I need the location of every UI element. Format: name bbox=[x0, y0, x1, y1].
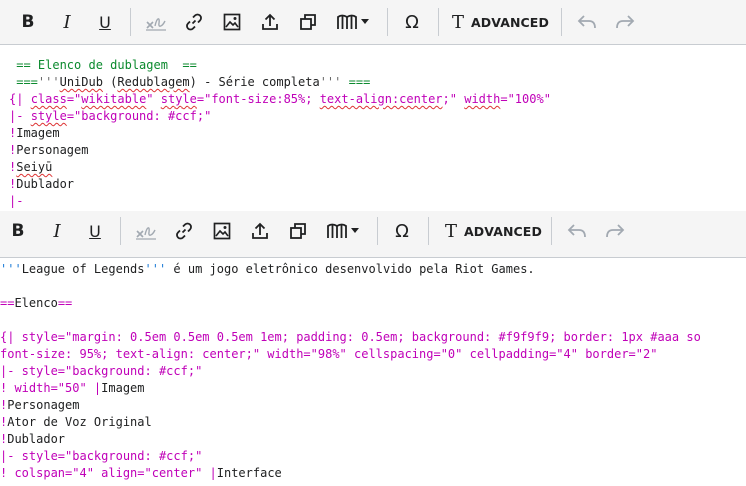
italic-icon: I bbox=[53, 220, 61, 242]
underline-button[interactable]: U bbox=[93, 0, 117, 44]
book-icon bbox=[336, 14, 357, 29]
code-line: !Seiyū bbox=[9, 160, 53, 174]
upload-button[interactable] bbox=[258, 0, 282, 44]
link-button[interactable] bbox=[182, 0, 206, 44]
toolbar-separator bbox=[551, 217, 552, 245]
text-icon: T bbox=[452, 11, 465, 33]
upload-icon bbox=[262, 13, 278, 30]
code-line: == Elenco de dublagem == bbox=[9, 58, 197, 72]
link-button[interactable] bbox=[172, 211, 196, 251]
editor-toolbar-top: B I U Ω T ADVANCED bbox=[0, 0, 746, 45]
omega-icon: Ω bbox=[405, 11, 419, 33]
bold-icon: B bbox=[21, 12, 35, 32]
toolbar-separator bbox=[561, 8, 562, 36]
image-button[interactable] bbox=[210, 211, 234, 251]
signature-button[interactable] bbox=[143, 0, 169, 44]
book-icon bbox=[326, 223, 347, 238]
signature-icon bbox=[136, 227, 156, 240]
toolbar-separator bbox=[438, 8, 439, 36]
link-icon bbox=[186, 13, 202, 31]
toolbar-separator bbox=[120, 217, 121, 245]
undo-button[interactable] bbox=[565, 211, 589, 251]
code-line: {| style="margin: 0.5em 0.5em 0.5em 1em;… bbox=[0, 330, 701, 344]
code-line: |- style="background: #ccf;" bbox=[0, 449, 203, 463]
chevron-down-icon bbox=[360, 19, 369, 24]
code-line: '''League of Legends''' é um jogo eletrô… bbox=[0, 262, 535, 276]
signature-icon bbox=[146, 18, 166, 31]
code-line: |- style="background: #ccf;" bbox=[9, 109, 212, 123]
italic-icon: I bbox=[63, 11, 71, 33]
upload-icon bbox=[252, 222, 268, 239]
toolbar-separator bbox=[387, 8, 388, 36]
bold-icon: B bbox=[11, 221, 25, 241]
undo-icon bbox=[577, 15, 596, 29]
template-button[interactable] bbox=[286, 211, 310, 251]
redo-button[interactable] bbox=[603, 211, 627, 251]
advanced-button[interactable]: T ADVANCED bbox=[452, 0, 549, 44]
code-line: ! width="50" |Imagem bbox=[0, 381, 145, 395]
redo-button[interactable] bbox=[613, 0, 637, 44]
code-line: !Personagem bbox=[0, 398, 80, 412]
italic-button[interactable]: I bbox=[45, 211, 69, 251]
special-characters-button[interactable]: Ω bbox=[400, 0, 424, 44]
format-dropdown-button[interactable] bbox=[324, 211, 360, 251]
code-line: {| class="wikitable" style="font-size:85… bbox=[9, 92, 551, 106]
wikitext-editor-bottom[interactable]: '''League of Legends''' é um jogo eletrô… bbox=[0, 261, 746, 482]
redo-icon bbox=[606, 224, 625, 238]
bold-button[interactable]: B bbox=[16, 0, 40, 44]
code-line: |- style="background: #ccf;" bbox=[0, 364, 203, 378]
code-line: ! colspan="4" align="center" |Interface bbox=[0, 466, 282, 480]
underline-icon: U bbox=[99, 12, 111, 32]
code-line: !Dublador bbox=[9, 177, 75, 191]
code-line: |- bbox=[9, 194, 24, 208]
code-line: !Ator de Voz Original bbox=[0, 415, 152, 429]
redo-icon bbox=[616, 15, 635, 29]
puzzle-icon bbox=[300, 14, 316, 30]
advanced-button[interactable]: T ADVANCED bbox=[445, 211, 542, 251]
text-icon: T bbox=[445, 220, 458, 242]
advanced-label: ADVANCED bbox=[471, 14, 549, 30]
code-line: !Imagem bbox=[9, 126, 60, 140]
special-characters-button[interactable]: Ω bbox=[390, 211, 414, 251]
code-line: ==='''UniDub (Redublagem) - Série comple… bbox=[9, 75, 371, 89]
image-icon bbox=[223, 13, 241, 31]
advanced-label: ADVANCED bbox=[464, 223, 542, 239]
italic-button[interactable]: I bbox=[55, 0, 79, 44]
underline-icon: U bbox=[89, 221, 101, 241]
omega-icon: Ω bbox=[395, 220, 409, 242]
template-button[interactable] bbox=[296, 0, 320, 44]
upload-button[interactable] bbox=[248, 211, 272, 251]
format-dropdown-button[interactable] bbox=[334, 0, 370, 44]
puzzle-icon bbox=[290, 223, 306, 239]
link-icon bbox=[176, 222, 192, 240]
undo-button[interactable] bbox=[575, 0, 599, 44]
signature-button[interactable] bbox=[133, 211, 159, 251]
undo-icon bbox=[567, 224, 586, 238]
chevron-down-icon bbox=[350, 228, 359, 233]
image-button[interactable] bbox=[220, 0, 244, 44]
bold-button[interactable]: B bbox=[6, 211, 30, 251]
editor-toolbar-bottom: B I U Ω T ADVANCED bbox=[0, 211, 746, 258]
code-line: font-size: 95%; text-align: center;" wid… bbox=[0, 347, 658, 361]
underline-button[interactable]: U bbox=[83, 211, 107, 251]
toolbar-separator bbox=[377, 217, 378, 245]
code-line: ==Elenco== bbox=[0, 296, 73, 310]
wikitext-editor-top[interactable]: == Elenco de dublagem == ==='''UniDub (R… bbox=[9, 57, 746, 210]
toolbar-separator bbox=[428, 217, 429, 245]
code-line: !Personagem bbox=[9, 143, 89, 157]
image-icon bbox=[213, 222, 231, 240]
toolbar-separator bbox=[130, 8, 131, 36]
code-line: !Dublador bbox=[0, 432, 66, 446]
